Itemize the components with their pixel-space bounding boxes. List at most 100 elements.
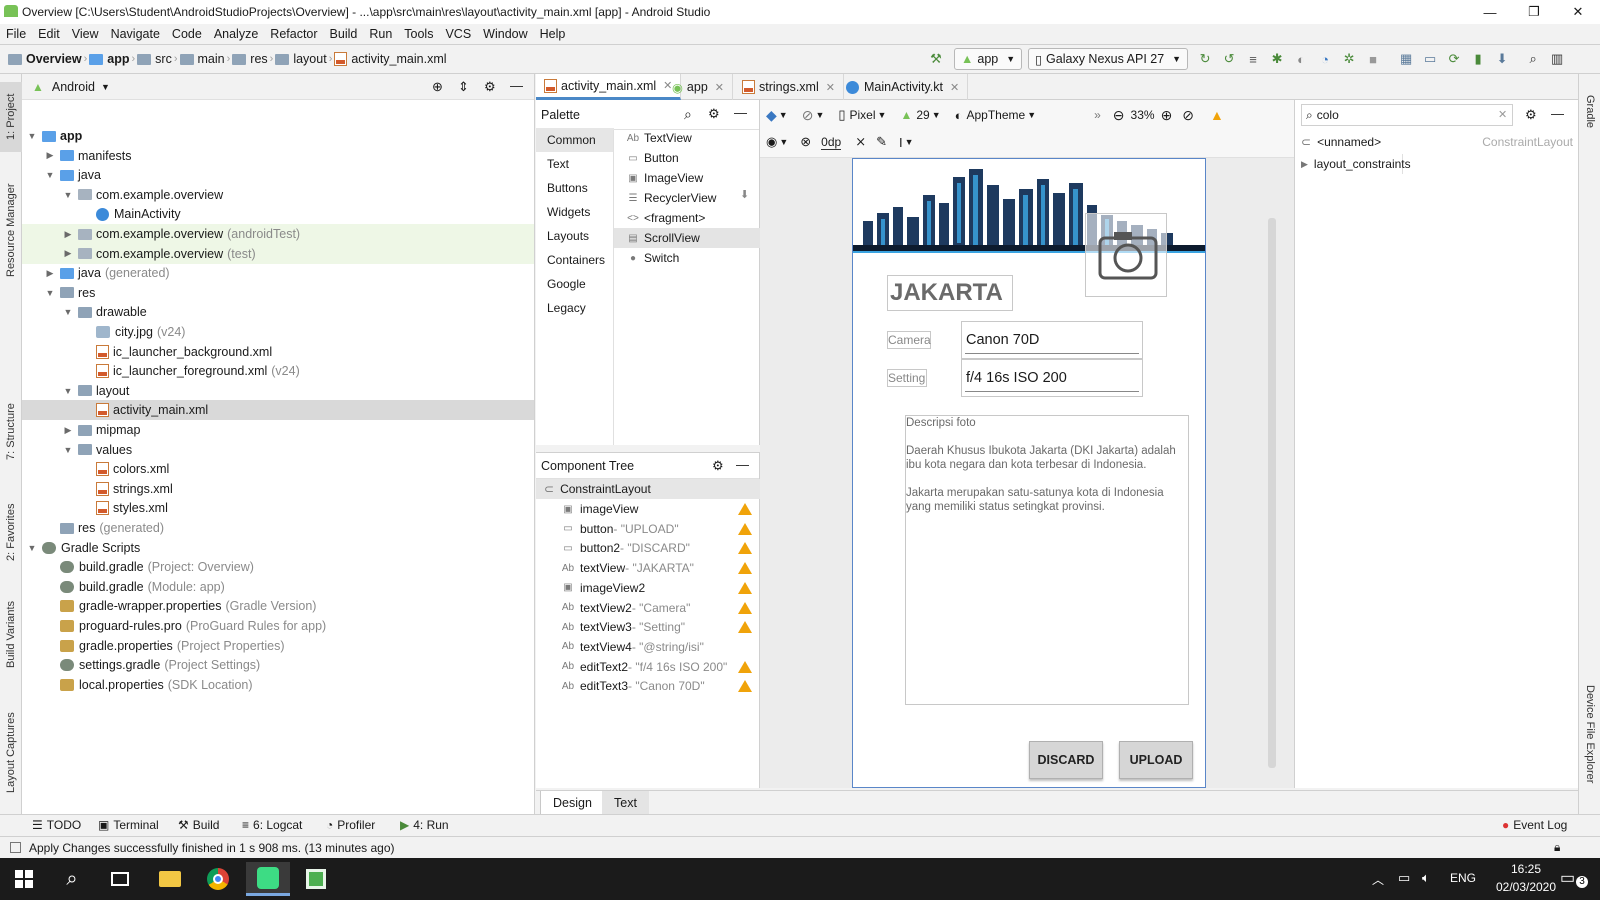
component-item[interactable]: Ab textView - "JAKARTA" (536, 558, 760, 578)
coverage-icon[interactable]: ◐ (1290, 48, 1312, 70)
tab-favorites[interactable]: 2: Favorites (0, 492, 22, 572)
palette-category-widgets[interactable]: Widgets (536, 200, 614, 224)
clear-constraints-icon[interactable]: ⨯ (855, 134, 866, 150)
tree-item[interactable]: build.gradle (Project: Overview) (22, 557, 534, 577)
more-icon[interactable]: » (1094, 108, 1101, 122)
palette-item[interactable]: ▭ Button (614, 148, 760, 168)
search-icon[interactable]: ⌕ (684, 106, 692, 123)
more-icon[interactable]: ▥ (1546, 48, 1568, 70)
locate-icon[interactable]: ⊕ (432, 79, 443, 95)
clear-search-icon[interactable]: ✕ (1498, 108, 1507, 121)
component-item[interactable]: ▣ imageView2 (536, 578, 760, 598)
chevron-down-icon[interactable]: ▼ (779, 137, 788, 147)
collapse-all-icon[interactable]: ⇕ (458, 79, 469, 95)
zoom-out-icon[interactable]: ⊖ (1113, 107, 1125, 124)
tab-gradle[interactable]: Gradle (1579, 82, 1600, 142)
palette-category-google[interactable]: Google (536, 272, 614, 296)
breadcrumb-main[interactable]: main (198, 52, 225, 66)
show-hidden-icons[interactable]: ︿ (1372, 871, 1384, 888)
warning-icon[interactable] (738, 660, 752, 673)
palette-item[interactable]: Ab TextView (614, 128, 760, 148)
tree-item[interactable]: ▼ layout (22, 381, 534, 401)
close-button[interactable]: ✕ (1556, 0, 1600, 24)
palette-category-legacy[interactable]: Legacy (536, 296, 614, 320)
tab-strings[interactable]: strings.xml ✕ (734, 74, 844, 100)
hide-icon[interactable]: — (734, 105, 747, 120)
debug-icon[interactable]: ✱ (1266, 48, 1288, 70)
component-item[interactable]: Ab editText2- "f/4 16s ISO 200" (536, 657, 760, 677)
component-item[interactable]: ▭ button2- "DISCARD" (536, 538, 760, 558)
task-view-icon[interactable] (98, 862, 142, 896)
palette-category-common[interactable]: Common (536, 128, 614, 152)
maximize-button[interactable]: ❐ (1512, 0, 1556, 24)
layers-icon[interactable]: ◆ (766, 107, 777, 124)
infer-constraints-icon[interactable]: ✎ (876, 134, 887, 150)
tree-item[interactable]: ic_launcher_foreground.xml (v24) (22, 361, 534, 381)
tab-activity-main[interactable]: activity_main.xml ✕ (536, 74, 682, 100)
start-button[interactable] (2, 862, 46, 896)
tab-mainactivity[interactable]: MainActivity.kt ✕ (838, 74, 969, 100)
search-icon[interactable]: ⌕ (50, 862, 94, 896)
gear-icon[interactable]: ⚙ (712, 458, 724, 474)
menu-code[interactable]: Code (172, 27, 202, 41)
canvas-scrollbar[interactable] (1268, 218, 1276, 768)
download-icon[interactable]: ⬇ (740, 188, 749, 201)
palette-item[interactable]: <> <fragment> (614, 208, 760, 228)
network-icon[interactable]: ▭ (1398, 870, 1410, 886)
zoom-fit-icon[interactable]: ⊘ (1182, 107, 1194, 124)
autoconnect-icon[interactable]: ⊗ (800, 134, 811, 150)
hide-icon[interactable]: — (736, 457, 749, 472)
zoom-in-icon[interactable]: ⊕ (1161, 107, 1173, 124)
hide-icon[interactable]: — (1551, 106, 1564, 121)
tree-item[interactable]: settings.gradle (Project Settings) (22, 655, 534, 675)
tab-build-variants[interactable]: Build Variants (0, 586, 22, 682)
palette-category-text[interactable]: Text (536, 152, 614, 176)
tool-terminal[interactable]: ▣ Terminal (98, 818, 159, 832)
chevron-down-icon[interactable]: ▼ (878, 110, 887, 120)
component-item[interactable]: Ab editText3- "Canon 70D" (536, 676, 760, 696)
minimize-button[interactable]: — (1468, 0, 1512, 24)
menu-tools[interactable]: Tools (404, 27, 433, 41)
event-log[interactable]: ● Event Log (1502, 818, 1567, 832)
hide-icon[interactable]: — (510, 78, 523, 93)
tree-item[interactable]: ▼ java (22, 165, 534, 185)
breadcrumb-app[interactable]: app (107, 52, 129, 66)
attribute-group-layout-constraints[interactable]: ▶ layout_constraints (1295, 154, 1411, 174)
tree-item[interactable]: ▶ mipmap (22, 420, 534, 440)
chevron-right-icon[interactable]: ▶ (44, 150, 56, 161)
rerun-icon[interactable]: ↻ (1194, 48, 1216, 70)
warning-icon[interactable] (738, 522, 752, 535)
menu-help[interactable]: Help (540, 27, 566, 41)
avd-manager-icon[interactable]: ▮ (1467, 48, 1489, 70)
tab-device-file-explorer[interactable]: Device File Explorer (1579, 674, 1600, 794)
align-icon[interactable]: I (899, 135, 903, 150)
tree-item[interactable]: ▶ com.example.overview (test) (22, 243, 534, 264)
project-structure-icon[interactable]: ▦ (1395, 48, 1417, 70)
android-studio-taskbar-icon[interactable] (246, 862, 290, 896)
menu-edit[interactable]: Edit (38, 27, 60, 41)
tree-item[interactable]: ▼ Gradle Scripts (22, 538, 534, 558)
warning-icon[interactable] (738, 542, 752, 555)
run-config-dropdown[interactable]: ▲ app ▼ (954, 48, 1023, 70)
warning-icon[interactable]: ▲ (1210, 107, 1224, 123)
attribute-search-field[interactable]: ⌕ colo ✕ (1301, 104, 1513, 126)
warning-icon[interactable] (738, 621, 752, 634)
camera-image[interactable] (1085, 213, 1167, 297)
tool-todo[interactable]: ☰ TODO (32, 818, 81, 832)
tool-build[interactable]: ⚒ Build (178, 818, 219, 832)
warning-icon[interactable] (738, 581, 752, 594)
chevron-down-icon[interactable]: ▼ (62, 190, 74, 200)
search-icon[interactable]: ⌕ (1522, 48, 1544, 70)
tool-run[interactable]: ▶ 4: Run (400, 818, 449, 832)
close-icon[interactable]: ✕ (715, 81, 724, 94)
tree-item[interactable]: ▶ manifests (22, 146, 534, 166)
chevron-down-icon[interactable]: ▼ (62, 386, 74, 396)
tree-item[interactable]: ▶ java (generated) (22, 263, 534, 283)
make-project-icon[interactable]: ⚒ (925, 48, 947, 70)
language-indicator[interactable]: ENG (1450, 871, 1476, 885)
default-margin[interactable]: 0dp (821, 135, 842, 150)
discard-button[interactable]: DISCARD (1029, 741, 1103, 779)
chevron-down-icon[interactable]: ▼ (26, 131, 38, 141)
breadcrumb-project[interactable]: Overview (26, 52, 82, 66)
tree-item[interactable]: ▼ drawable (22, 302, 534, 322)
